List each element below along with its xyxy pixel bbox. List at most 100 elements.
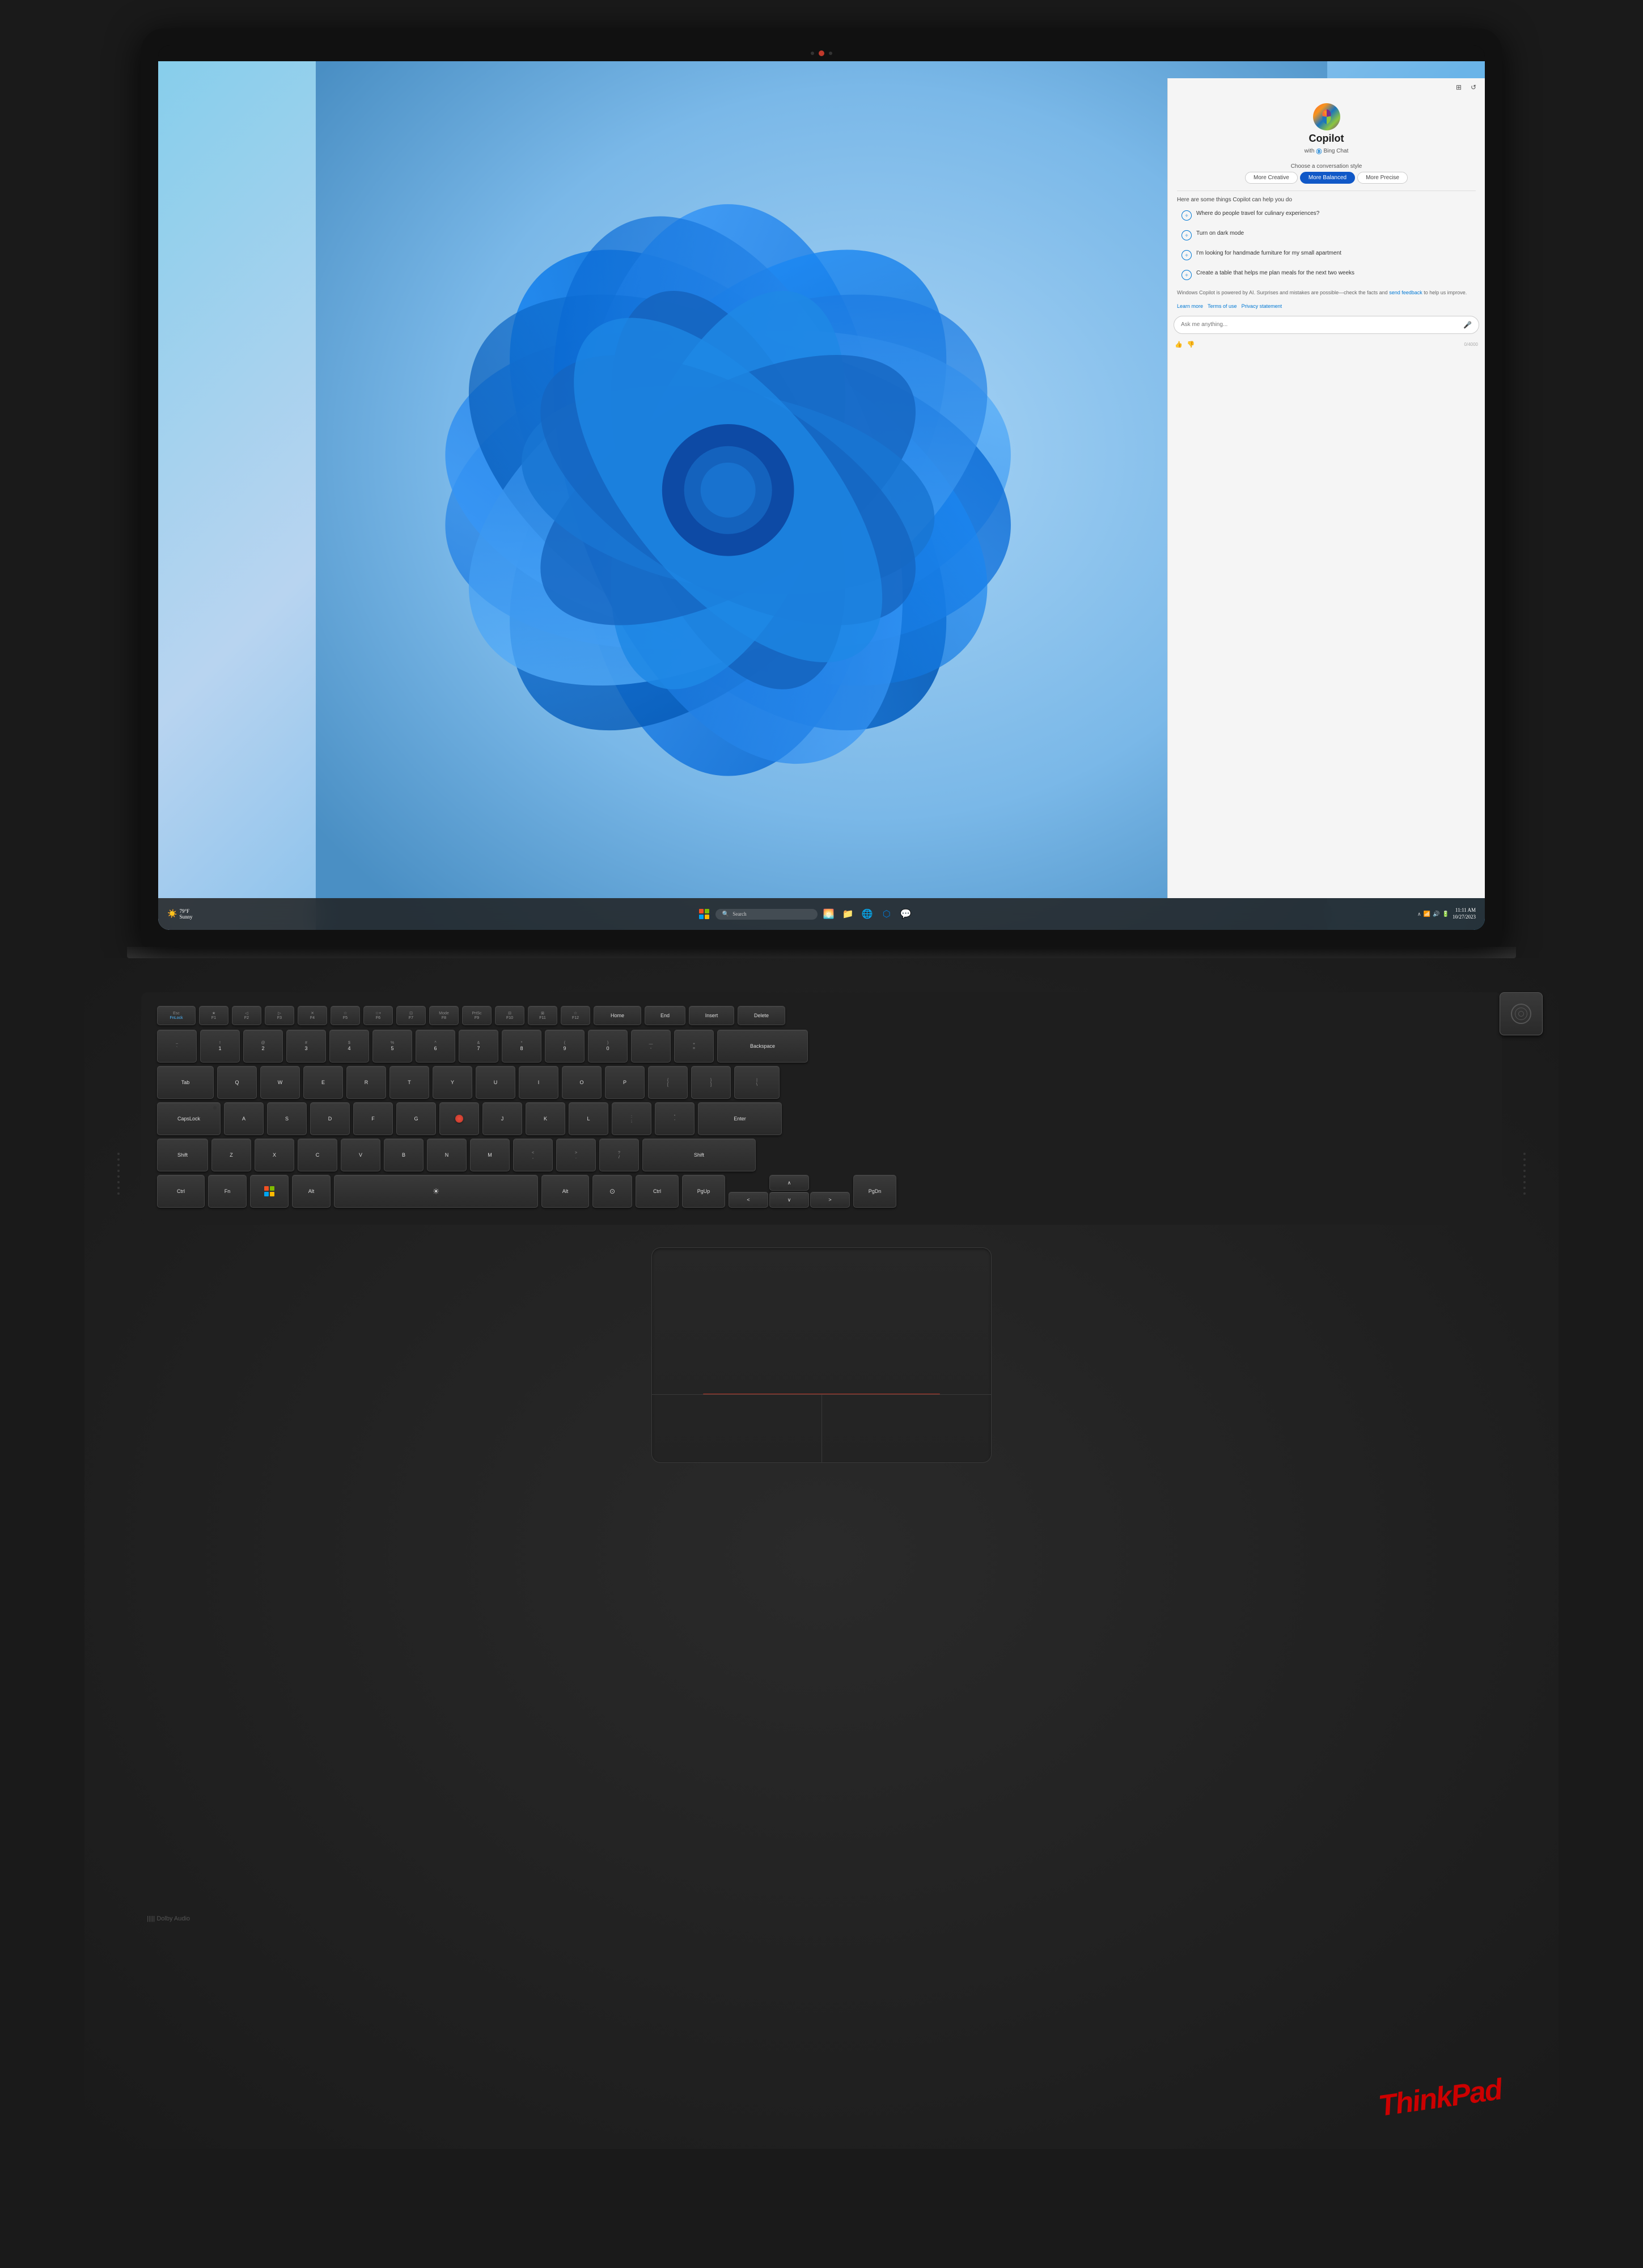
key-open-bracket[interactable]: { [: [648, 1066, 688, 1099]
key-f[interactable]: F: [353, 1102, 393, 1135]
style-precise-btn[interactable]: More Precise: [1357, 172, 1408, 184]
key-arrow-up[interactable]: ∧: [769, 1175, 809, 1191]
suggestion-item-2[interactable]: ✧ Turn on dark mode: [1172, 226, 1480, 244]
key-capslock[interactable]: CapsLock: [157, 1102, 221, 1135]
fingerprint-button[interactable]: [1500, 992, 1543, 1035]
key-f5[interactable]: ☆ F5: [331, 1006, 360, 1025]
key-alt-right[interactable]: Alt: [541, 1175, 589, 1208]
key-f11[interactable]: ⊠ F11: [528, 1006, 557, 1025]
trackpad-button-right[interactable]: [822, 1394, 992, 1462]
key-period[interactable]: > .: [556, 1139, 596, 1171]
key-ctrl-right[interactable]: Ctrl: [636, 1175, 679, 1208]
key-b[interactable]: B: [384, 1139, 424, 1171]
style-balanced-btn[interactable]: More Balanced: [1300, 172, 1355, 184]
key-r[interactable]: R: [346, 1066, 386, 1099]
key-j[interactable]: J: [482, 1102, 522, 1135]
key-pgup[interactable]: PgUp: [682, 1175, 725, 1208]
key-equals[interactable]: + =: [674, 1030, 714, 1063]
key-h[interactable]: H: [439, 1102, 479, 1135]
key-quote[interactable]: " ': [655, 1102, 695, 1135]
key-esc[interactable]: Esc FnLock: [157, 1006, 196, 1025]
key-g[interactable]: G: [396, 1102, 436, 1135]
key-ctrl-left[interactable]: Ctrl: [157, 1175, 205, 1208]
key-windows[interactable]: [250, 1175, 289, 1208]
key-slash[interactable]: ? /: [599, 1139, 639, 1171]
key-f7[interactable]: ⊡ F7: [396, 1006, 426, 1025]
key-v[interactable]: V: [341, 1139, 380, 1171]
key-y[interactable]: Y: [433, 1066, 472, 1099]
style-creative-btn[interactable]: More Creative: [1245, 172, 1298, 184]
terms-link[interactable]: Terms of use: [1208, 303, 1237, 309]
key-alt-left[interactable]: Alt: [292, 1175, 331, 1208]
key-a[interactable]: A: [224, 1102, 264, 1135]
key-f10[interactable]: ⊟ F10: [495, 1006, 524, 1025]
trackpad[interactable]: [651, 1247, 992, 1463]
key-copilot[interactable]: ⊙: [592, 1175, 632, 1208]
key-delete[interactable]: Delete: [738, 1006, 785, 1025]
key-i[interactable]: I: [519, 1066, 558, 1099]
chevron-up-icon[interactable]: ∧: [1417, 911, 1421, 917]
chat-input[interactable]: [1181, 321, 1459, 328]
thumbs-up-icon[interactable]: 👍: [1175, 341, 1183, 348]
key-e[interactable]: E: [303, 1066, 343, 1099]
taskbar-app-edge[interactable]: ⬡: [879, 906, 895, 922]
key-1[interactable]: ! 1: [200, 1030, 240, 1063]
key-minus[interactable]: — -: [631, 1030, 671, 1063]
time-block[interactable]: 11:11 AM 10/27/2023: [1453, 907, 1476, 920]
key-tab[interactable]: Tab: [157, 1066, 214, 1099]
suggestion-item-3[interactable]: ✧ I'm looking for handmade furniture for…: [1172, 246, 1480, 264]
key-d[interactable]: D: [310, 1102, 350, 1135]
search-bar[interactable]: 🔍 Search: [715, 909, 818, 920]
key-7[interactable]: & 7: [459, 1030, 498, 1063]
key-5[interactable]: % 5: [372, 1030, 412, 1063]
key-z[interactable]: Z: [211, 1139, 251, 1171]
start-button[interactable]: [696, 906, 712, 922]
key-3[interactable]: # 3: [286, 1030, 326, 1063]
suggestion-item-4[interactable]: ✧ Create a table that helps me plan meal…: [1172, 266, 1480, 284]
key-tilde[interactable]: ~ `: [157, 1030, 197, 1063]
key-q[interactable]: Q: [217, 1066, 257, 1099]
key-backslash[interactable]: | \: [734, 1066, 780, 1099]
key-end[interactable]: End: [645, 1006, 685, 1025]
taskbar-app-1[interactable]: 🌅: [821, 906, 837, 922]
key-shift-left[interactable]: Shift: [157, 1139, 208, 1171]
mic-icon[interactable]: 🎤: [1463, 321, 1472, 329]
key-c[interactable]: C: [298, 1139, 337, 1171]
network-icon[interactable]: 📶: [1424, 911, 1430, 917]
key-enter[interactable]: Enter: [698, 1102, 782, 1135]
key-fn[interactable]: Fn: [208, 1175, 247, 1208]
key-f6[interactable]: ☆+ F6: [363, 1006, 393, 1025]
key-l[interactable]: L: [569, 1102, 608, 1135]
key-close-bracket[interactable]: } ]: [691, 1066, 731, 1099]
refresh-icon[interactable]: ↺: [1468, 82, 1479, 93]
key-f8[interactable]: Mode F8: [429, 1006, 459, 1025]
key-4[interactable]: $ 4: [329, 1030, 369, 1063]
key-o[interactable]: O: [562, 1066, 602, 1099]
battery-icon[interactable]: 🔋: [1442, 911, 1449, 917]
key-p[interactable]: P: [605, 1066, 645, 1099]
key-arrow-left[interactable]: <: [729, 1192, 768, 1208]
key-pgdn[interactable]: PgDn: [853, 1175, 896, 1208]
key-f4[interactable]: ✕ F4: [298, 1006, 327, 1025]
privacy-link[interactable]: Privacy statement: [1242, 303, 1282, 309]
trackpad-button-left[interactable]: [652, 1394, 822, 1462]
key-semicolon[interactable]: : ;: [612, 1102, 651, 1135]
learn-more-link[interactable]: Learn more: [1177, 303, 1203, 309]
key-x[interactable]: X: [255, 1139, 294, 1171]
key-f1[interactable]: ★ F1: [199, 1006, 228, 1025]
suggestion-item-1[interactable]: ✧ Where do people travel for culinary ex…: [1172, 206, 1480, 224]
key-space[interactable]: ☀: [334, 1175, 538, 1208]
taskbar-app-4[interactable]: 💬: [898, 906, 914, 922]
volume-icon[interactable]: 🔊: [1433, 911, 1439, 917]
key-0[interactable]: ) 0: [588, 1030, 628, 1063]
key-s[interactable]: S: [267, 1102, 307, 1135]
key-w[interactable]: W: [260, 1066, 300, 1099]
grid-icon[interactable]: ⊞: [1453, 82, 1464, 93]
taskbar-app-2[interactable]: 📁: [840, 906, 856, 922]
key-m[interactable]: M: [470, 1139, 510, 1171]
key-arrow-right[interactable]: >: [810, 1192, 850, 1208]
key-backspace[interactable]: Backspace: [717, 1030, 808, 1063]
key-f12[interactable]: ☆ F12: [561, 1006, 590, 1025]
key-8[interactable]: * 8: [502, 1030, 541, 1063]
trackpoint[interactable]: [455, 1115, 463, 1123]
